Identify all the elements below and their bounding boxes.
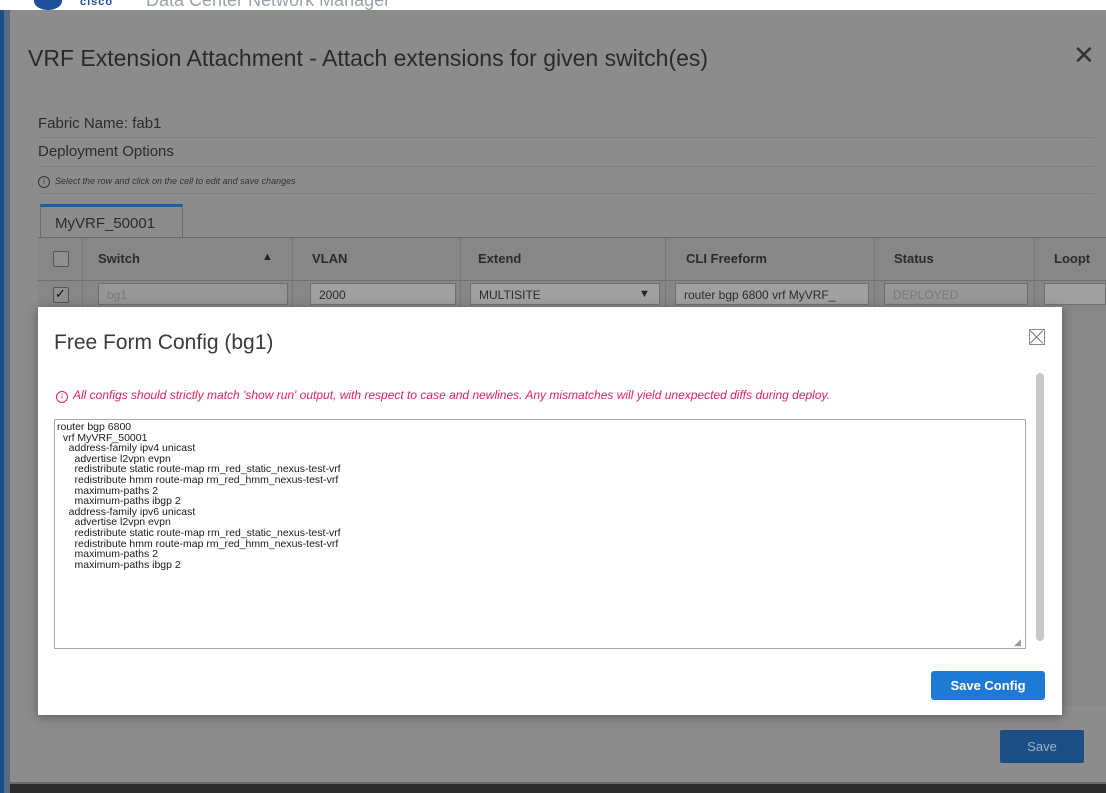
app-logo <box>34 0 62 10</box>
sort-ascending-icon[interactable]: ▲ <box>262 251 273 263</box>
app-header: cisco Data Center Network Manager <box>0 0 1106 10</box>
brand-name: cisco <box>80 0 114 8</box>
resize-handle-icon[interactable]: ◢ <box>1014 637 1021 648</box>
switch-cell: bg1 <box>98 283 288 305</box>
column-header-status[interactable]: Status <box>894 251 934 266</box>
app-name: Data Center Network Manager <box>146 0 391 10</box>
free-form-config-modal: Free Form Config (bg1) i All configs shou… <box>38 307 1062 715</box>
divider <box>38 137 1094 138</box>
modal-title: VRF Extension Attachment - Attach extens… <box>28 45 709 71</box>
warning-message: i All configs should strictly match 'show… <box>56 388 830 403</box>
deployment-options-label[interactable]: Deployment Options <box>38 143 174 160</box>
info-icon: i <box>56 391 68 403</box>
edit-hint-text: Select the row and click on the cell to … <box>55 176 296 186</box>
close-icon[interactable]: ✕ <box>1073 42 1095 68</box>
select-all-checkbox[interactable] <box>53 251 69 267</box>
save-config-button[interactable]: Save Config <box>931 671 1045 700</box>
chevron-down-icon[interactable]: ▼ <box>639 288 650 300</box>
column-header-cli-freeform[interactable]: CLI Freeform <box>686 251 767 266</box>
tab-myvrf[interactable]: MyVRF_50001 <box>40 204 183 237</box>
close-icon[interactable] <box>1029 329 1045 345</box>
loopback-input[interactable] <box>1044 283 1106 305</box>
left-nav-accent <box>0 10 4 793</box>
table-header: Switch ▲ VLAN Extend CLI Freeform Status… <box>38 238 1106 310</box>
divider <box>38 166 1094 167</box>
modal-title: Free Form Config (bg1) <box>54 331 274 354</box>
left-nav-strip <box>0 10 10 793</box>
divider <box>38 193 1094 194</box>
column-header-extend[interactable]: Extend <box>478 251 521 266</box>
config-textarea[interactable] <box>54 419 1026 649</box>
column-header-vlan[interactable]: VLAN <box>312 251 347 266</box>
info-icon: i <box>38 176 50 188</box>
warning-text: All configs should strictly match 'show … <box>73 388 830 402</box>
save-button[interactable]: Save <box>1000 730 1084 763</box>
column-header-switch[interactable]: Switch <box>98 251 140 266</box>
scrollbar[interactable] <box>1036 373 1044 641</box>
vlan-input[interactable]: 2000 <box>310 283 456 305</box>
cli-freeform-cell[interactable]: router bgp 6800 vrf MyVRF_ <box>675 283 869 305</box>
column-header-loopback[interactable]: Loopt <box>1054 251 1090 266</box>
status-cell: DEPLOYED <box>884 283 1028 305</box>
row-checkbox[interactable] <box>53 286 69 303</box>
extend-select-value: MULTISITE <box>479 288 541 302</box>
extend-select[interactable]: MULTISITE <box>470 283 660 305</box>
fabric-name-label: Fabric Name: fab1 <box>38 115 162 132</box>
scrollbar-thumb[interactable] <box>1036 373 1044 641</box>
edit-hint: i Select the row and click on the cell to… <box>38 176 296 188</box>
